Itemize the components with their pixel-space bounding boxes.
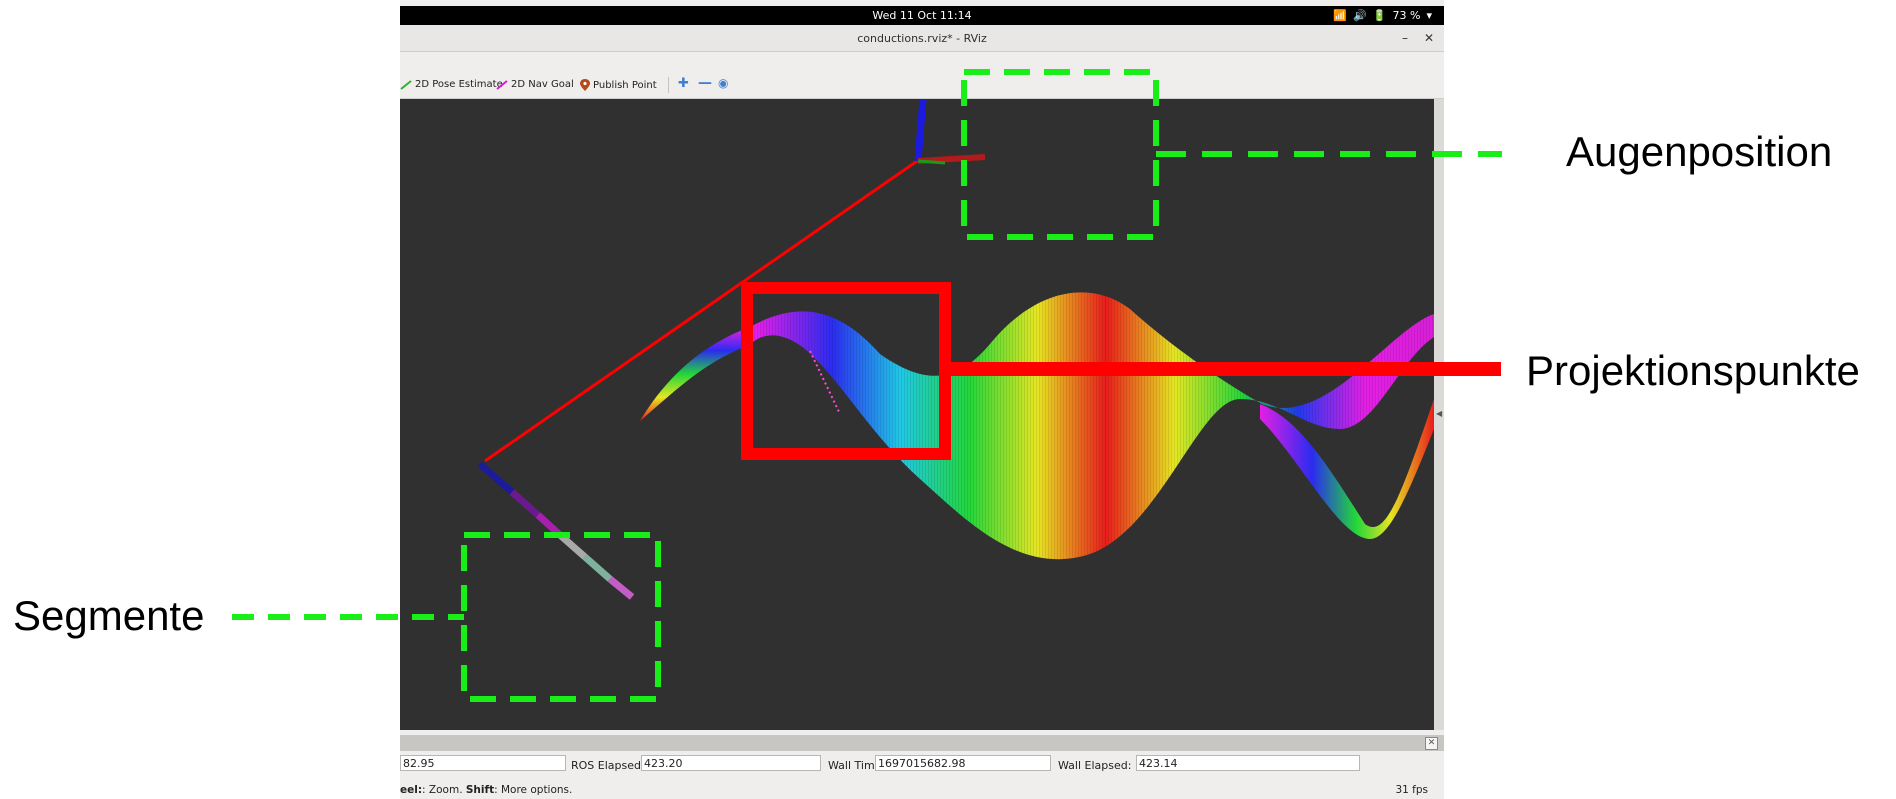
eye-position-box [961, 69, 1159, 240]
projection-points-label: Projektionspunkte [1526, 347, 1860, 394]
projection-box [741, 282, 951, 460]
segments-box [461, 532, 661, 702]
eye-position-label: Augenposition [1566, 128, 1833, 175]
annotation-overlay [232, 69, 1502, 702]
segments-label: Segmente [13, 592, 205, 639]
projection-leader [945, 362, 1501, 376]
